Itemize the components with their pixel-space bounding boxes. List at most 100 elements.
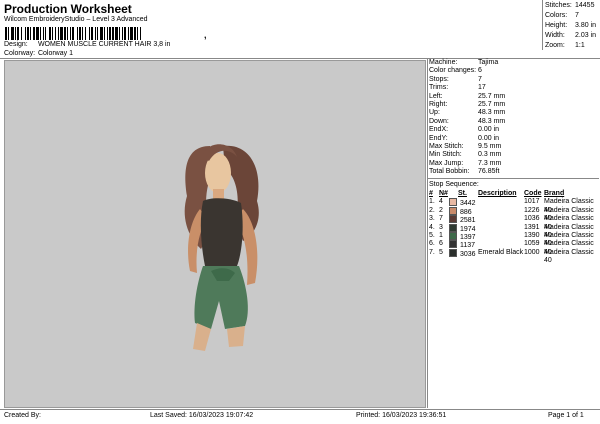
machine-info-label: Right: (429, 100, 448, 108)
stop-index: 1. (429, 198, 435, 206)
machine-info-value: 48.3 mm (478, 109, 506, 117)
stop-brand: Madeira Classic 40 (544, 206, 594, 223)
machine-info-value: 0.3 mm (478, 151, 502, 159)
stop-needle: 1 (439, 232, 443, 240)
machine-info-value: 7.3 mm (478, 159, 502, 167)
machine-info-row: Left: 25.7 mm (429, 93, 599, 101)
stop-sequence-header: # N# St. Description Code Brand (429, 189, 599, 198)
stop-index: 2. (429, 206, 435, 214)
stop-index: 7. (429, 248, 435, 256)
machine-info-label: Machine: (429, 59, 458, 66)
machine-info-row: Max Stitch: 9.5 mm (429, 143, 599, 151)
stop-brand: Madeira Classic 40 (544, 232, 594, 248)
stats-panel: Stitches: 14455 Colors: 7 Height: 3.80 in Widt… (545, 1, 596, 51)
machine-info-value: 48.3 mm (478, 117, 506, 125)
stop-index: 3. (429, 215, 435, 223)
stop-sequence-rows: 1. 4 3442 1017 Madeira Classic 40 2. 2 886 1226 M… (429, 198, 599, 265)
design-preview (4, 60, 426, 408)
machine-info-row: Machine: Tajima (429, 59, 599, 67)
machine-info-label: Max Stitch: (429, 142, 464, 150)
stop-sequence-title: Stop Sequence: (429, 181, 479, 189)
stop-code: 1017 (524, 198, 540, 206)
stop-row: 1. 4 3442 1017 Madeira Classic 40 (429, 198, 599, 214)
stop-code: 1226 (524, 206, 540, 214)
stop-needle: 5 (439, 248, 443, 256)
machine-info-row: Color changes: 6 (429, 67, 599, 75)
stop-index: 4. (429, 223, 435, 231)
stop-brand: Madeira Classic 40 (544, 240, 594, 256)
col-stitches: St. (458, 190, 467, 198)
stop-stitches-cell: 3442 (449, 198, 478, 207)
stop-description (478, 198, 524, 206)
stat-row: Stitches: 14455 (545, 1, 596, 11)
stop-description (478, 207, 524, 215)
color-swatch (449, 215, 457, 224)
machine-info-row: EndX: 0.00 in (429, 126, 599, 134)
stop-needle: 4 (439, 198, 443, 206)
color-swatch (449, 198, 457, 207)
stat-row: Zoom: 1:1 (545, 41, 596, 51)
footer-divider (0, 409, 600, 410)
machine-info-value: 7 (478, 75, 482, 83)
tank-top (200, 198, 243, 266)
right-leg (227, 326, 245, 347)
stat-row: Colors: 7 (545, 11, 596, 21)
machine-info-value: 0.00 in (478, 126, 500, 134)
col-description: Description (478, 190, 517, 198)
stat-label: Zoom: (545, 42, 565, 49)
stat-value: 2.03 in (575, 32, 597, 39)
machine-info-value: Tajima (478, 59, 499, 66)
barcode-separator: , (204, 30, 207, 40)
stat-label: Stitches: (545, 2, 572, 9)
machine-info-row: Max Jump: 7.3 mm (429, 160, 599, 168)
machine-info-label: Down: (429, 117, 449, 125)
machine-info-label: EndX: (429, 126, 449, 134)
stop-stitches-cell: 1397 (449, 232, 478, 241)
machine-info-row: Stops: 7 (429, 76, 599, 84)
stat-row: Height: 3.80 in (545, 21, 596, 31)
software-subtitle: Wilcom EmbroideryStudio – Level 3 Advanc… (4, 16, 148, 23)
stop-row: 6. 6 1137 1059 Madeira Classic 40 (429, 240, 599, 256)
machine-info-label: Up: (429, 109, 440, 117)
printed-date: Printed: 16/03/2023 19:36:51 (356, 412, 447, 419)
machine-info-row: Down: 48.3 mm (429, 118, 599, 126)
stat-value: 3.80 in (575, 22, 597, 29)
machine-info-label: Stops: (429, 75, 449, 83)
design-row: Design: WOMEN MUSCLE CURRENT HAIR 3,8 in (4, 41, 170, 48)
color-swatch (449, 232, 457, 241)
colorway-row: Colorway: Colorway 1 (4, 50, 73, 57)
stop-stitches-cell: 886 (449, 206, 478, 216)
machine-info-label: Trims: (429, 84, 449, 92)
stop-row: 3. 7 2581 1036 Madeira Classic 40 (429, 215, 599, 231)
machine-info-value: 9.5 mm (478, 142, 502, 150)
color-swatch (449, 240, 457, 249)
stop-brand: Madeira Classic 40 (544, 248, 594, 265)
stop-stitches-cell: 3036 (449, 248, 478, 258)
info-panel: Machine: Tajima Color changes: 6 Stops: 7 Trim… (427, 59, 599, 265)
panel-divider (427, 58, 428, 408)
machine-info-value: 17 (478, 84, 486, 92)
stop-description: Emerald Black (478, 248, 524, 256)
stop-description (478, 215, 524, 223)
stop-code: 1000 (524, 248, 540, 256)
machine-info-label: EndY: (429, 134, 448, 142)
stop-stitches-cell: 1137 (449, 240, 478, 249)
machine-info-value: 0.00 in (478, 134, 500, 142)
machine-info-value: 76.85ft (478, 168, 500, 176)
stop-index: 6. (429, 240, 435, 248)
stop-brand: Madeira Classic 40 (544, 198, 594, 214)
machine-info-row: EndY: 0.00 in (429, 135, 599, 143)
stop-code: 1390 (524, 232, 540, 240)
stop-code: 1059 (524, 240, 540, 248)
machine-info-row: Trims: 17 (429, 84, 599, 92)
page-number: Page 1 of 1 (548, 412, 584, 419)
design-value: WOMEN MUSCLE CURRENT HAIR 3,8 in (37, 41, 171, 48)
stop-brand: Madeira Classic 40 (544, 223, 594, 240)
stop-stitches-cell: 2581 (449, 215, 478, 224)
stop-row: 4. 3 1974 1391 Madeira Classic 40 (429, 223, 599, 240)
stat-value: 1:1 (575, 42, 585, 49)
machine-info-row: Right: 25.7 mm (429, 101, 599, 109)
colorway-value: Colorway 1 (37, 50, 73, 57)
stops-divider (427, 178, 599, 180)
col-index: # (429, 190, 433, 198)
